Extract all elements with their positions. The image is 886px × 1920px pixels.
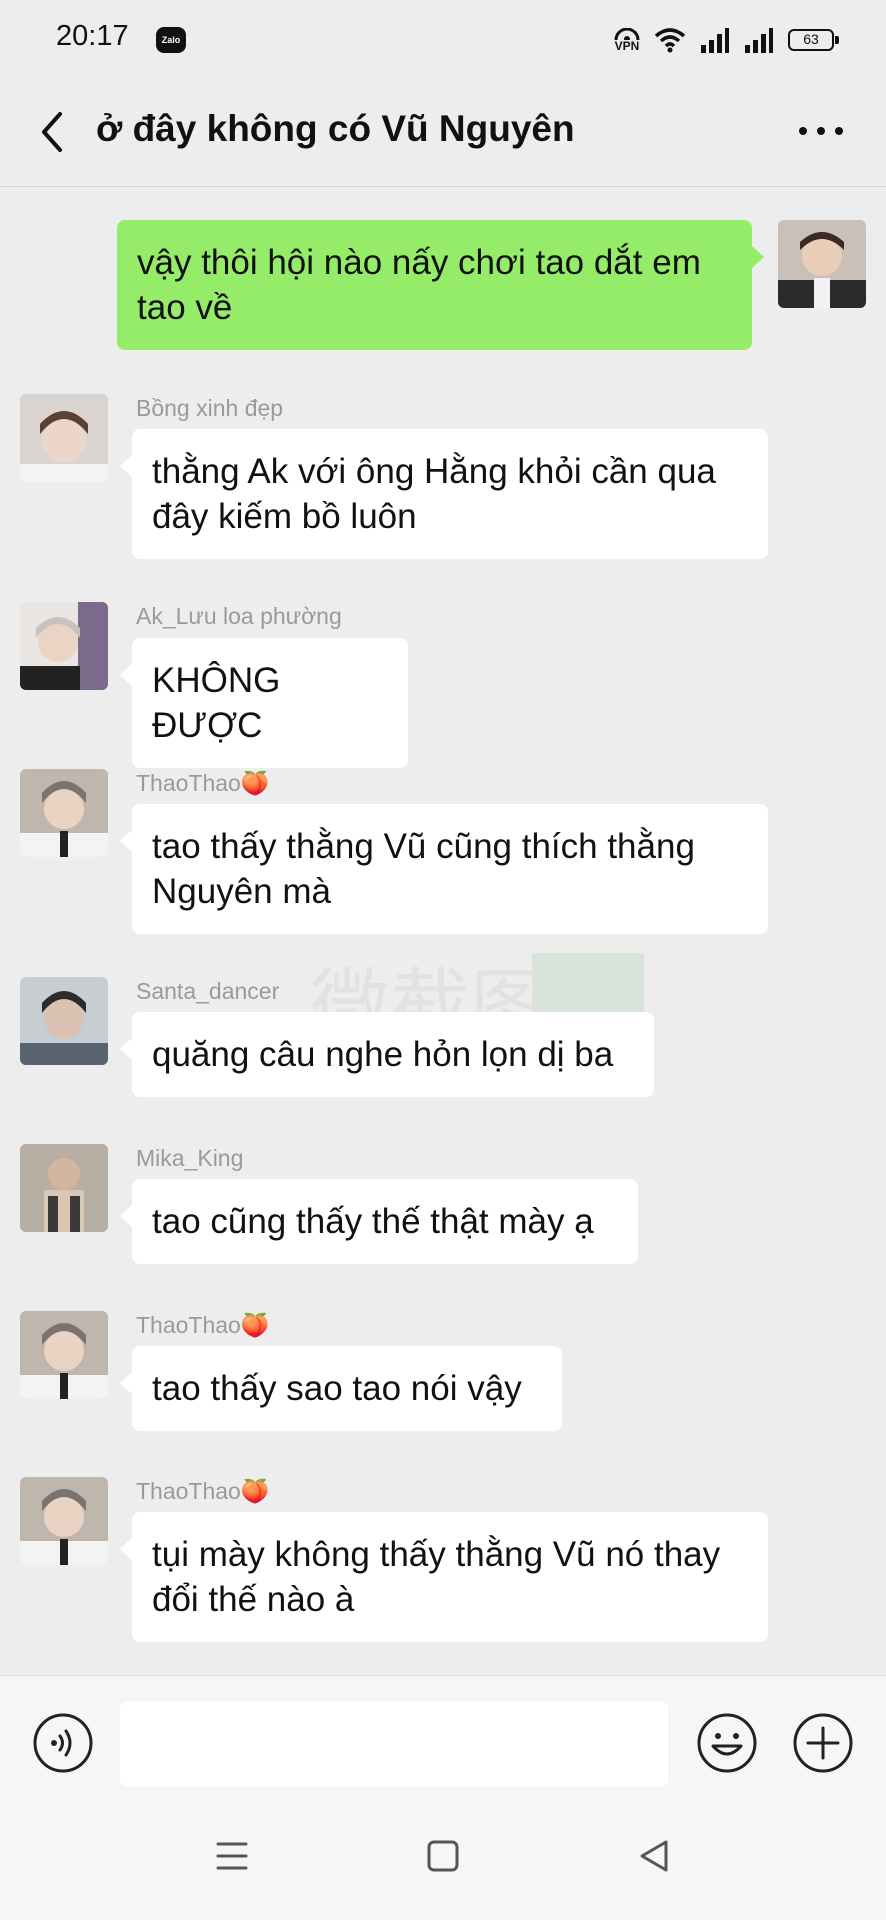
battery-icon: 63 — [788, 29, 839, 51]
more-options-icon[interactable] — [796, 116, 846, 146]
plus-icon[interactable] — [792, 1712, 854, 1774]
zalo-notification-icon: Zalo — [156, 27, 186, 53]
input-bar — [0, 1675, 886, 1796]
signal-icon-2 — [745, 28, 773, 53]
message-text: thằng Ak với ông Hằng khỏi cần qua đây k… — [152, 452, 716, 536]
sender-name: ThaoThao🍑 — [136, 1478, 270, 1504]
message-text: vậy thôi hội nào nấy chơi tao dắt em tao… — [137, 243, 701, 327]
message-bubble[interactable]: KHÔNG ĐƯỢC — [120, 638, 408, 768]
status-icons: VPN 63 — [614, 22, 839, 58]
message-list: 微截图 vậy thôi hội nào nấy chơi tao dắt em… — [0, 187, 886, 1674]
sender-name: Bồng xinh đẹp — [136, 395, 284, 421]
message-bubble[interactable]: quăng câu nghe hỏn lọn dị ba — [120, 1012, 654, 1097]
message-bubble[interactable]: vậy thôi hội nào nấy chơi tao dắt em tao… — [117, 220, 764, 350]
chat-header: ở đây không có Vũ Nguyên — [0, 78, 886, 187]
message-text: KHÔNG ĐƯỢC — [152, 661, 281, 745]
back-arrow-icon[interactable] — [32, 108, 72, 156]
avatar[interactable] — [20, 769, 108, 857]
avatar[interactable] — [20, 977, 108, 1065]
avatar[interactable] — [20, 394, 108, 482]
avatar[interactable] — [778, 220, 866, 308]
message-text: tao thấy thằng Vũ cũng thích thằng Nguyê… — [152, 827, 695, 911]
signal-icon-1 — [701, 28, 729, 53]
chat-title: ở đây không có Vũ Nguyên — [96, 108, 575, 149]
voice-message-icon[interactable] — [32, 1712, 94, 1774]
message-bubble[interactable]: tao cũng thấy thế thật mày ạ — [120, 1179, 638, 1264]
vpn-label: VPN — [614, 38, 640, 53]
message-bubble[interactable]: tao thấy thằng Vũ cũng thích thằng Nguyê… — [120, 804, 768, 934]
home-icon[interactable] — [423, 1836, 463, 1876]
message-text: tụi mày không thấy thằng Vũ nó thay đổi … — [152, 1535, 721, 1619]
avatar[interactable] — [20, 1144, 108, 1232]
sender-name: Mika_King — [136, 1145, 244, 1171]
wifi-icon — [654, 28, 686, 53]
avatar[interactable] — [20, 602, 108, 690]
sender-name: Ak_Lưu loa phường — [136, 603, 342, 629]
message-text: tao thấy sao tao nói vậy — [152, 1369, 522, 1408]
message-text: quăng câu nghe hỏn lọn dị ba — [152, 1035, 614, 1074]
menu-icon[interactable] — [212, 1836, 252, 1876]
message-bubble[interactable]: thằng Ak với ông Hằng khỏi cần qua đây k… — [120, 429, 768, 559]
sender-name: ThaoThao🍑 — [136, 1312, 270, 1338]
message-text: tao cũng thấy thế thật mày ạ — [152, 1202, 594, 1241]
sender-name: Santa_dancer — [136, 978, 280, 1004]
avatar[interactable] — [20, 1477, 108, 1565]
avatar[interactable] — [20, 1311, 108, 1399]
status-time: 20:17 — [56, 20, 129, 52]
message-input[interactable] — [120, 1702, 668, 1786]
message-bubble[interactable]: tao thấy sao tao nói vậy — [120, 1346, 562, 1431]
vpn-icon: VPN — [614, 27, 640, 53]
nav-back-icon[interactable] — [634, 1836, 674, 1876]
emoji-icon[interactable] — [696, 1712, 758, 1774]
battery-level: 63 — [803, 31, 819, 47]
sender-name: ThaoThao🍑 — [136, 770, 270, 796]
system-nav-bar — [0, 1796, 886, 1920]
status-bar: 20:17 Zalo VPN 63 — [0, 0, 886, 78]
message-bubble[interactable]: tụi mày không thấy thằng Vũ nó thay đổi … — [120, 1512, 768, 1642]
